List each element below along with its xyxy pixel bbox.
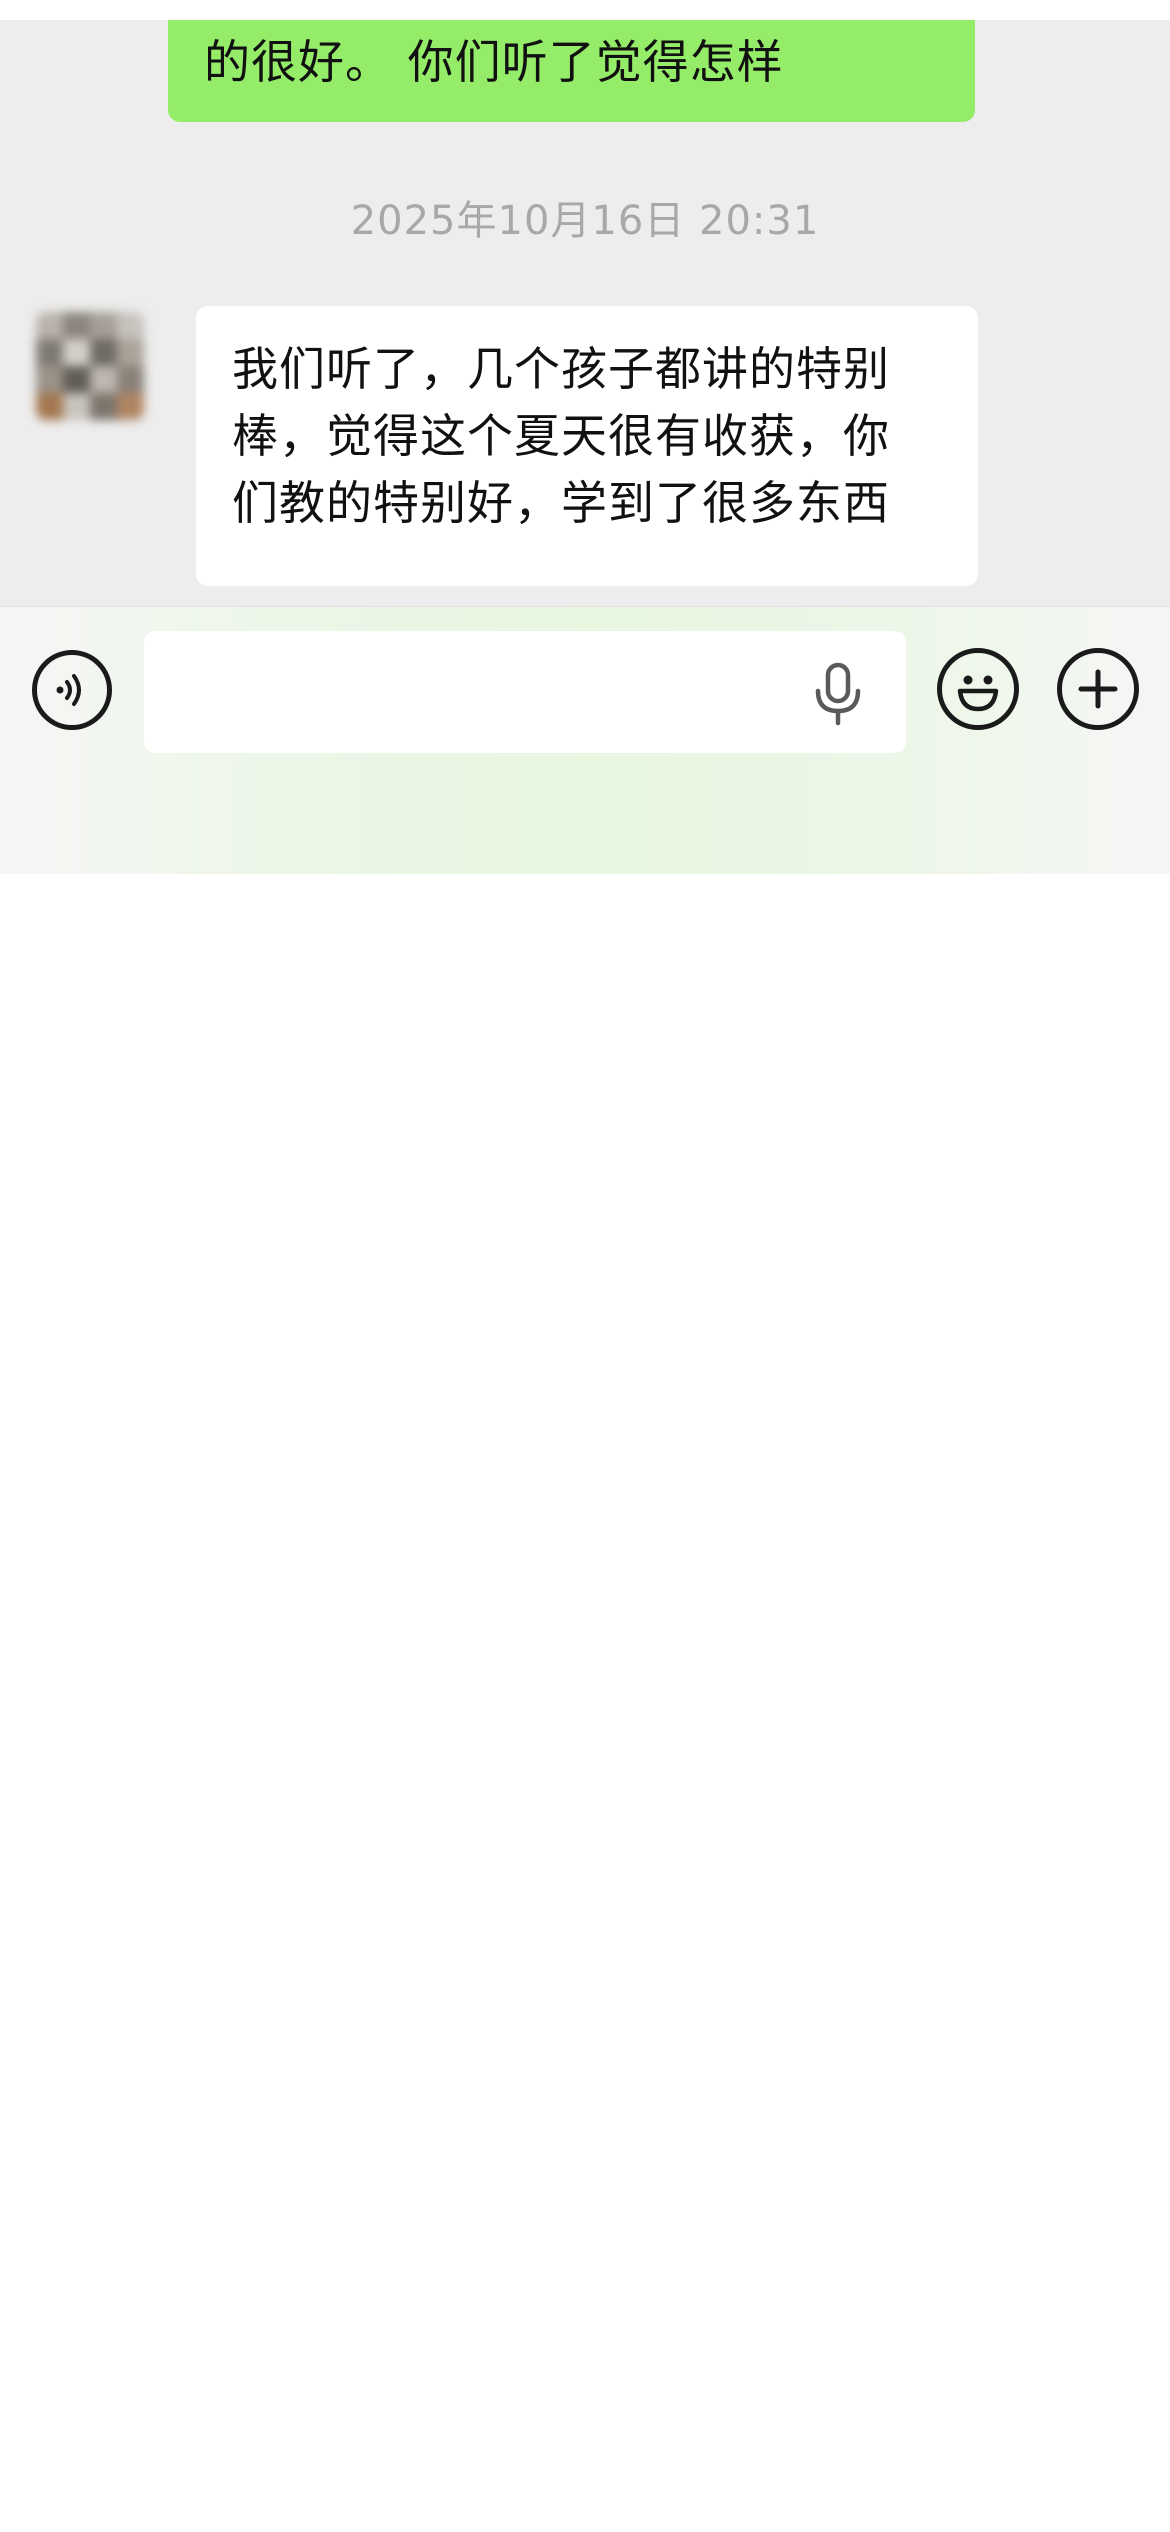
message-timestamp: 2025年10月16日 20:31 xyxy=(350,198,820,244)
top-strip xyxy=(0,0,1170,20)
blank-area xyxy=(0,874,1170,2532)
voice-input-button[interactable] xyxy=(32,650,112,730)
outgoing-message-text: 的很好。 你们听了觉得怎样 xyxy=(204,35,784,89)
incoming-message-line: 们教的特别好，学到了很多东西 xyxy=(232,476,890,530)
plus-icon xyxy=(1078,669,1118,709)
voice-input-icon xyxy=(56,674,81,706)
emoji-face-icon xyxy=(957,675,999,712)
chat-message-list[interactable]: 的很好。 你们听了觉得怎样 2025年10月16日 20:31 我们听了，几个孩… xyxy=(0,20,1170,606)
incoming-message-line: 棒，觉得这个夏天很有收获，你 xyxy=(232,409,890,463)
contact-avatar[interactable] xyxy=(20,296,160,436)
chat-screen: 的很好。 你们听了觉得怎样 2025年10月16日 20:31 我们听了，几个孩… xyxy=(0,0,1170,2532)
message-text-input[interactable] xyxy=(144,631,906,753)
outgoing-message-bubble[interactable]: 的很好。 你们听了觉得怎样 xyxy=(168,20,975,122)
microphone-button[interactable] xyxy=(808,661,868,727)
avatar-image xyxy=(36,312,144,420)
more-options-button[interactable] xyxy=(1057,648,1139,730)
microphone-icon xyxy=(815,662,861,726)
incoming-message-line: 我们听了，几个孩子都讲的特别 xyxy=(232,342,890,396)
emoji-button[interactable] xyxy=(937,648,1019,730)
message-input-bar xyxy=(0,606,1170,874)
incoming-message-bubble[interactable]: 我们听了，几个孩子都讲的特别 棒，觉得这个夏天很有收获，你 们教的特别好，学到了… xyxy=(196,306,978,586)
